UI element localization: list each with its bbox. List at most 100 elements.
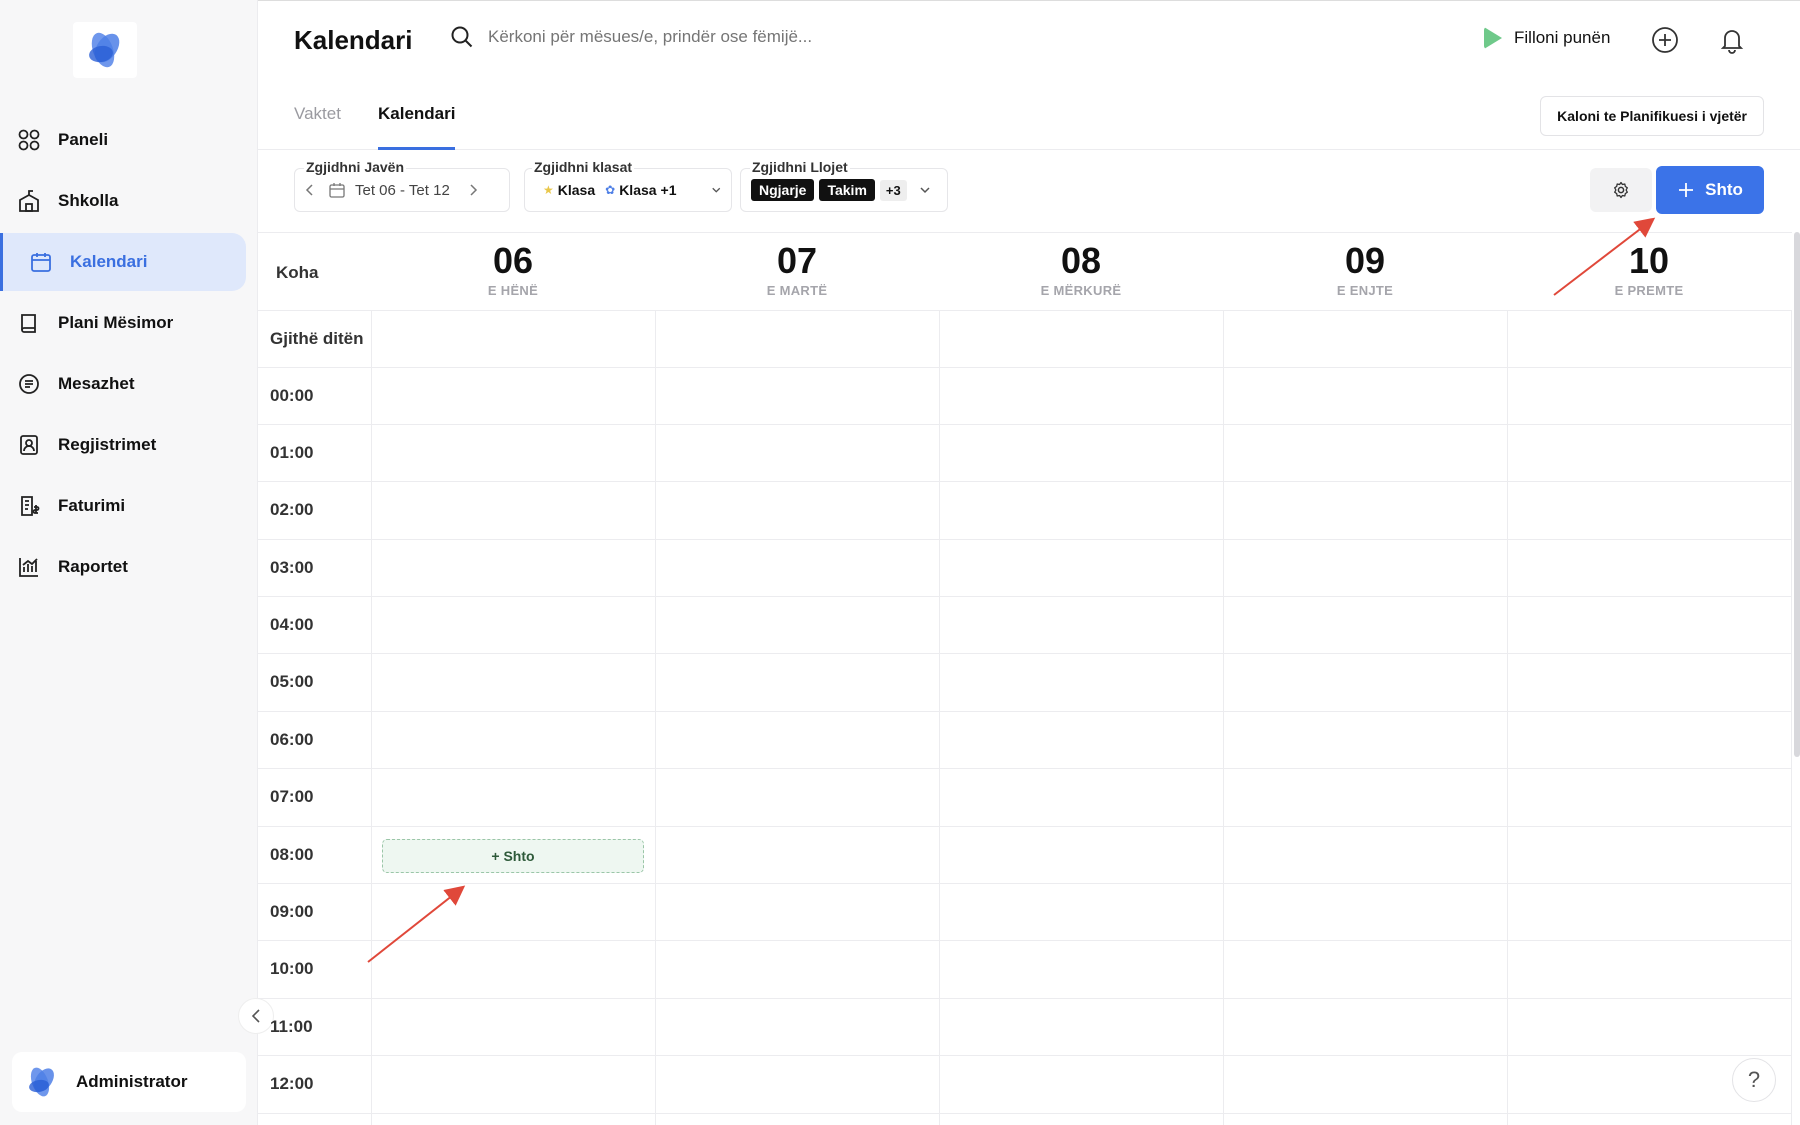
column-divider — [939, 311, 940, 1125]
time-label: 00:00 — [270, 386, 314, 405]
class-chip: Klasa — [557, 182, 596, 198]
time-label: 01:00 — [270, 443, 314, 462]
time-label: 12:00 — [270, 1074, 314, 1093]
time-label: 07:00 — [270, 787, 314, 806]
chevron-left-icon[interactable] — [305, 183, 315, 197]
day-weekday: E MËRKURË — [1040, 283, 1122, 298]
sidebar-item-raportet[interactable]: Raportet — [0, 538, 246, 596]
filter-bar: Tet 06 - Tet 12 Zgjidhni Javën ★ Klasa ✿… — [258, 150, 1800, 232]
hour-row-12[interactable]: 12:00 — [258, 1056, 1792, 1114]
message-icon — [18, 373, 40, 395]
day-number: 07 — [776, 240, 818, 281]
user-name: Administrator — [76, 1072, 188, 1091]
hour-row-03[interactable]: 03:00 — [258, 540, 1792, 597]
hour-row-04[interactable]: 04:00 — [258, 597, 1792, 654]
class-select-label: Zgjidhni klasat — [532, 159, 635, 175]
slot-add-button[interactable]: + Shto — [382, 839, 644, 873]
calendar-icon — [329, 183, 345, 198]
sidebar-item-label: Mesazhet — [58, 374, 135, 393]
gear-icon — [1614, 181, 1628, 199]
day-header-tue[interactable]: 07 E MARTË — [655, 239, 939, 298]
calendar-header: Koha 06 E HËNË 07 E MARTË 08 E MËRKURË 0… — [258, 233, 1792, 311]
time-label: 05:00 — [270, 672, 314, 691]
help-button[interactable]: ? — [1732, 1058, 1776, 1102]
day-weekday: E PREMTE — [1614, 283, 1684, 298]
sidebar-item-label: Paneli — [58, 130, 109, 149]
time-label: 08:00 — [270, 845, 314, 864]
day-header-wed[interactable]: 08 E MËRKURË — [939, 239, 1223, 298]
time-column-header: Koha — [276, 263, 319, 282]
star-icon: ★ — [543, 183, 554, 197]
question-icon: ? — [1747, 1067, 1761, 1092]
day-number: 10 — [1628, 240, 1670, 281]
plus-icon — [1679, 183, 1694, 197]
invoice-icon — [18, 495, 40, 517]
all-day-row[interactable]: Gjithë ditën — [258, 311, 1792, 368]
start-work-button[interactable]: Filloni punën — [1484, 27, 1610, 49]
time-label: 04:00 — [270, 615, 314, 634]
chevron-down-icon — [920, 187, 930, 194]
calendar-icon — [30, 251, 52, 273]
day-header-mon[interactable]: 06 E HËNË — [371, 239, 655, 298]
chart-icon — [18, 556, 40, 578]
app-logo[interactable] — [73, 22, 137, 78]
grid-icon — [18, 129, 40, 151]
logo-icon — [89, 32, 120, 68]
tab-kalendari[interactable]: Kalendari — [378, 104, 456, 150]
sidebar-item-mesazhet[interactable]: Mesazhet — [0, 355, 246, 413]
week-calendar: Koha 06 E HËNË 07 E MARTË 08 E MËRKURË 0… — [258, 232, 1792, 1125]
sidebar: Paneli Shkolla Kalendari Plani Mësimor M… — [0, 0, 258, 1125]
search-bar — [450, 25, 908, 49]
plus-circle-icon — [1652, 27, 1678, 53]
hour-row-02[interactable]: 02:00 — [258, 482, 1792, 540]
hour-row-01[interactable]: 01:00 — [258, 425, 1792, 482]
day-number: 09 — [1344, 240, 1386, 281]
sidebar-item-faturimi[interactable]: Faturimi — [0, 477, 246, 535]
hour-row-00[interactable]: 00:00 — [258, 368, 1792, 425]
sidebar-item-paneli[interactable]: Paneli — [0, 111, 246, 169]
tab-vaktet[interactable]: Vaktet — [294, 104, 341, 150]
sidebar-item-label: Shkolla — [58, 191, 119, 210]
old-planner-button[interactable]: Kaloni te Planifikuesi i vjetër — [1540, 96, 1764, 136]
type-select-label: Zgjidhni Llojet — [750, 159, 850, 175]
vertical-scrollbar[interactable] — [1794, 232, 1800, 757]
add-event-button[interactable]: Shto — [1656, 166, 1764, 214]
calendar-settings-button[interactable] — [1590, 168, 1652, 212]
bell-icon — [1720, 30, 1744, 54]
day-header-fri[interactable]: 10 E PREMTE — [1507, 239, 1791, 298]
time-label: 10:00 — [270, 959, 314, 978]
sidebar-item-plani-mesimor[interactable]: Plani Mësimor — [0, 294, 246, 352]
avatar — [20, 1060, 64, 1104]
day-weekday: E MARTË — [766, 283, 828, 298]
notifications-button[interactable] — [1717, 25, 1747, 55]
day-number: 06 — [492, 240, 534, 281]
sidebar-item-shkolla[interactable]: Shkolla — [0, 172, 246, 230]
hour-row-05[interactable]: 05:00 — [258, 654, 1792, 712]
hour-row-11[interactable]: 11:00 — [258, 999, 1792, 1056]
add-event-label: Shto — [1705, 180, 1743, 199]
school-icon — [18, 190, 40, 212]
column-divider — [655, 311, 656, 1125]
sidebar-item-label: Regjistrimet — [58, 435, 157, 454]
book-icon — [18, 312, 40, 334]
search-input[interactable] — [488, 27, 908, 47]
column-divider — [371, 311, 372, 1125]
add-circle-button[interactable] — [1650, 25, 1680, 55]
hour-row-06[interactable]: 06:00 — [258, 712, 1792, 769]
start-work-label: Filloni punën — [1514, 28, 1611, 47]
time-label: 03:00 — [270, 558, 314, 577]
sidebar-item-label: Faturimi — [58, 496, 126, 515]
day-header-thu[interactable]: 09 E ENJTE — [1223, 239, 1507, 298]
time-label: 06:00 — [270, 730, 314, 749]
hour-row-07[interactable]: 07:00 — [258, 769, 1792, 827]
type-chip-ngjarje: Ngjarje — [751, 179, 815, 201]
time-label: 09:00 — [270, 902, 314, 921]
sidebar-item-regjistrimet[interactable]: Regjistrimet — [0, 416, 246, 474]
chevron-right-icon[interactable] — [468, 183, 478, 197]
view-tabs: Vaktet Kalendari Kaloni te Planifikuesi … — [258, 80, 1800, 150]
user-profile[interactable]: Administrator — [12, 1052, 246, 1112]
hour-row-09[interactable]: 09:00 — [258, 884, 1792, 941]
play-icon — [1484, 27, 1502, 49]
sidebar-item-kalendari[interactable]: Kalendari — [0, 233, 246, 291]
hour-row-10[interactable]: 10:00 — [258, 941, 1792, 999]
